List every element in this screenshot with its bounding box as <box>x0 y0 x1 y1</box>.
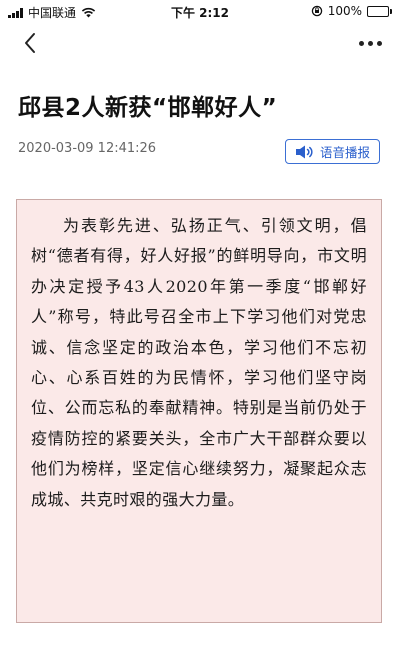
nav-bar <box>0 22 400 66</box>
more-dots-icon <box>358 40 364 46</box>
article-title: 邱县2人新获“邯郸好人” <box>18 95 278 121</box>
audio-playback-button[interactable]: 语音播报 <box>285 139 380 164</box>
battery-percent: 100% <box>327 4 362 18</box>
status-bar: 中国联通 下午 2:12 100% <box>0 0 400 22</box>
orientation-lock-icon <box>311 5 322 17</box>
chevron-left-icon <box>25 33 35 53</box>
article-body-text: 为表彰先进、弘扬正气、引领文明，倡树“德者有得，好人好报”的鲜明导向，市文明办决… <box>31 216 367 509</box>
speaker-icon <box>295 145 313 158</box>
article-timestamp: 2020-03-09 12:41:26 <box>18 141 157 156</box>
back-button[interactable] <box>16 28 46 58</box>
more-button[interactable] <box>354 30 386 56</box>
audio-button-label: 语音播报 <box>319 145 370 160</box>
article-body-box: 为表彰先进、弘扬正气、引领文明，倡树“德者有得，好人好报”的鲜明导向，市文明办决… <box>16 199 382 623</box>
battery-icon <box>367 5 392 17</box>
status-right: 100% <box>311 4 392 18</box>
